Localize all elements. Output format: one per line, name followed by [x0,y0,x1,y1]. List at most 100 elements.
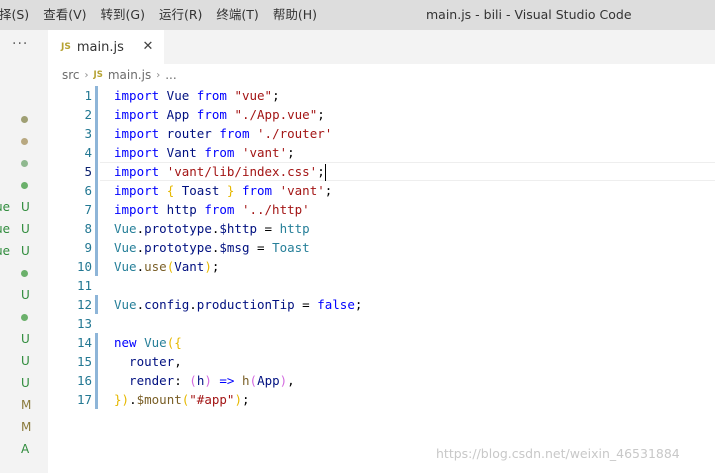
code-line[interactable]: ​ [114,276,362,295]
explorer-item[interactable] [0,108,48,130]
explorer-item[interactable] [0,130,48,152]
code-line[interactable]: router, [114,352,362,371]
code-token: "#app" [189,392,235,407]
menu-selection[interactable]: 择(S) [0,0,36,30]
breadcrumb-symbols[interactable]: ... [165,68,176,82]
chevron-right-icon: › [84,69,89,81]
code-token: router [159,126,220,141]
explorer-item[interactable]: U [0,328,48,350]
code-line[interactable]: render: (h) => h(App), [114,371,362,390]
code-token: = [257,221,280,236]
code-token: Vue [144,335,167,350]
code-token: => [219,373,235,388]
code-line[interactable]: import Vant from 'vant'; [114,143,362,162]
code-line[interactable]: Vue.prototype.$http = http [114,219,362,238]
code-token: ) [234,392,242,407]
menu-run[interactable]: 运行(R) [152,0,209,30]
tab-main-js[interactable]: JS main.js ✕ [48,30,164,64]
explorer-item[interactable]: ue U [0,196,48,218]
line-number: 7 [84,202,92,217]
explorer-item[interactable]: M [0,394,48,416]
line-number: 2 [84,107,92,122]
code-token: 'vant' [279,183,325,198]
explorer-item-name: ue [0,244,10,258]
explorer-item[interactable] [0,306,48,328]
explorer-item-name: ue [0,200,10,214]
menu-terminal[interactable]: 终端(T) [209,0,265,30]
code-line[interactable]: import 'vant/lib/index.css'; [114,162,362,181]
menu-help[interactable]: 帮助(H) [266,0,324,30]
code-token: = [294,297,318,312]
menu-bar: 择(S) 查看(V) 转到(G) 运行(R) 终端(T) 帮助(H) [0,0,324,30]
line-number: 14 [76,335,92,350]
code-token: $msg [219,240,250,255]
window-title: main.js - bili - Visual Studio Code [426,7,632,22]
code-token: from [196,107,227,122]
code-line[interactable]: import router from './router' [114,124,362,143]
more-actions-icon[interactable]: ··· [12,36,28,52]
code-token: Toast [174,183,227,198]
explorer-item[interactable]: ue U [0,240,48,262]
code-line[interactable]: import http from '../http' [114,200,362,219]
code-line[interactable]: Vue.use(Vant); [114,257,362,276]
git-modified-indicator [95,295,98,314]
code-token: new [114,335,137,350]
tab-label: main.js [76,39,124,55]
explorer-item[interactable]: U [0,284,48,306]
line-number: 4 [84,145,92,160]
code-token: . [136,240,145,255]
code-line[interactable]: }).$mount("#app"); [114,390,362,409]
code-token: import [114,202,160,217]
code-token: Vant [174,259,205,274]
breadcrumb-folder[interactable]: src [62,68,80,82]
explorer-item[interactable] [0,174,48,196]
code-line[interactable]: Vue.prototype.$msg = Toast [114,238,362,257]
code-token: from [204,202,235,217]
code-token: from [241,183,273,198]
breadcrumb-file[interactable]: main.js [108,68,151,82]
code-token: "vue" [234,88,273,103]
explorer-item[interactable]: U [0,350,48,372]
explorer-item[interactable] [0,152,48,174]
menu-go[interactable]: 转到(G) [94,0,152,30]
git-status-badge: M [21,398,32,412]
code-token: config [144,297,190,312]
code-line[interactable]: import Vue from "vue"; [114,86,362,105]
git-status-badge: U [21,332,30,346]
line-number: 13 [76,316,92,331]
explorer-item[interactable]: U [0,372,48,394]
code-token: from [196,88,227,103]
code-token: Vue [159,88,197,103]
code-token: , [287,373,295,388]
explorer-item[interactable]: M [0,416,48,438]
menu-view[interactable]: 查看(V) [36,0,93,30]
git-status-badge: U [21,244,30,258]
explorer-item[interactable]: A [0,438,48,460]
code-token: . [129,392,137,407]
code-token: prototype [144,221,212,236]
code-token: : [174,373,190,388]
breadcrumb: src › JS main.js › ... [48,64,715,86]
code-line[interactable]: import App from "./App.vue"; [114,105,362,124]
code-line[interactable]: ​ [114,314,362,333]
code-token: $http [219,221,258,236]
code-token: import [114,88,160,103]
explorer-item[interactable] [0,262,48,284]
code-line[interactable]: Vue.config.productionTip = false; [114,295,362,314]
code-token: Vue [114,240,137,255]
code-token: ( [249,373,258,388]
explorer-item[interactable]: ue U [0,218,48,240]
code-token: false [317,297,355,312]
line-number: 15 [76,354,92,369]
code-editor[interactable]: 1 2 3 4 5 6 7 8 9 10 11 12 13 14 15 16 17 import Vue fro… [48,86,715,473]
code-content[interactable]: import Vue from "vue"; import App from ".… [114,86,362,409]
code-line[interactable]: new Vue({ [114,333,362,352]
code-line[interactable]: import { Toast } from 'vant'; [114,181,362,200]
code-token: 'vant/lib/index.css' [166,164,318,179]
git-status-badge: A [21,442,30,456]
close-icon[interactable]: ✕ [140,38,156,54]
code-token: '../http' [241,202,310,217]
